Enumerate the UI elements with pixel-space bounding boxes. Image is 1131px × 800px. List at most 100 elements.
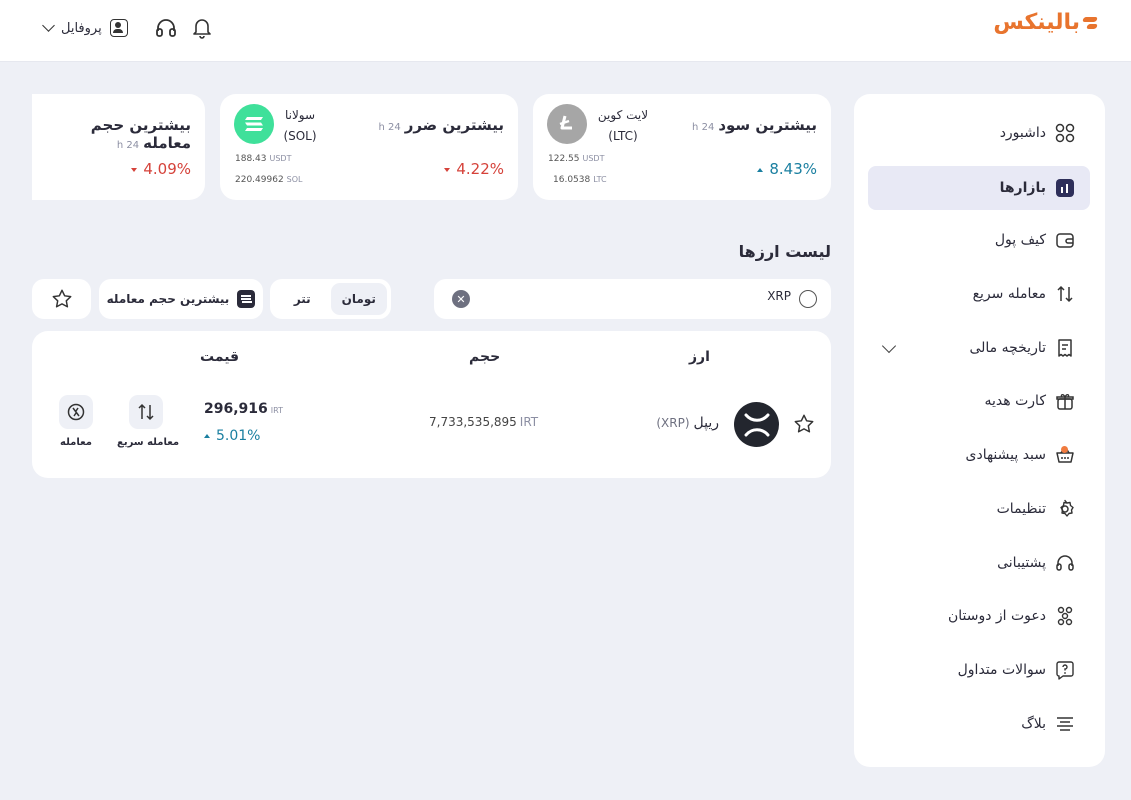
sidebar-item-wallet[interactable]: کیف پول [868, 218, 1090, 262]
notifications-button[interactable] [190, 16, 214, 40]
currency-toggle: تتر تومان [270, 279, 391, 319]
amount-unit: LTC [593, 175, 607, 184]
period-label: 24 h [116, 140, 140, 151]
top-gain-card[interactable]: بیشترین سود24 h 8.43% لایت کوین (LTC) 12… [533, 94, 831, 200]
clear-search-button[interactable]: ✕ [452, 290, 470, 308]
profile-menu-button[interactable]: پروفایل [42, 19, 128, 37]
favorite-star-button[interactable] [793, 413, 815, 439]
sidebar-item-dashboard[interactable]: داشبورد [868, 111, 1090, 155]
notification-dot [1061, 446, 1068, 453]
quick-trade-button[interactable] [129, 395, 163, 429]
card-title: بیشترین حجم معامله [90, 116, 191, 152]
sidebar-item-quick-trade[interactable]: معامله سریع [868, 272, 1090, 316]
sidebar-item-label: تاریخچه مالی [969, 340, 1046, 356]
sidebar-item-markets[interactable]: بازارها [868, 166, 1090, 210]
top-volume-card[interactable]: بیشترین حجم معامله24 h 4.09% [32, 94, 205, 200]
amount-unit: SOL [286, 175, 303, 184]
swap-arrows-icon [138, 403, 154, 421]
coin-name-cell: (XRP) ریپل [656, 415, 719, 431]
solana-logo-icon [234, 104, 274, 144]
period-label: 24 h [692, 122, 715, 133]
sidebar-item-label: سوالات متداول [957, 662, 1046, 678]
sidebar-item-label: سبد پیشنهادی [965, 447, 1047, 463]
change-value: 8.43% [757, 160, 817, 178]
coin-name: سولانا [284, 108, 316, 122]
price-value: 296,916 [204, 401, 268, 417]
sidebar: داشبورد بازارها کیف پول معامله سریع تاری… [854, 94, 1105, 767]
sidebar-item-blog[interactable]: بلاگ [868, 702, 1090, 746]
coin-name: ریپل [693, 415, 719, 431]
column-header-asset[interactable]: ارز [689, 349, 710, 365]
favorites-filter-button[interactable] [32, 279, 91, 319]
sidebar-item-gift-card[interactable]: کارت هدیه [868, 379, 1090, 423]
change-value: 4.22% [444, 160, 504, 178]
sidebar-item-faq[interactable]: سوالات متداول [868, 648, 1090, 692]
usdt-amount: 122.55 USDT [548, 154, 604, 164]
chevron-down-icon[interactable] [881, 338, 897, 354]
coin-amount: 220.49962 SOL [235, 175, 303, 185]
currency-option-toman[interactable]: تومان [330, 283, 387, 315]
sidebar-item-financial-history[interactable]: تاریخچه مالی [868, 326, 1090, 370]
currency-option-usdt[interactable]: تتر [274, 283, 331, 315]
coin-amount: 16.0538 LTC [553, 175, 607, 185]
coin-symbol: (LTC) [608, 129, 638, 143]
sidebar-item-suggested-basket[interactable]: سبد پیشنهادی [868, 433, 1090, 477]
sidebar-item-label: بازارها [999, 180, 1046, 196]
amount-unit: USDT [582, 154, 605, 163]
card-title-row: بیشترین حجم معامله24 h [32, 116, 191, 152]
coin-name-block: سولانا (SOL) [276, 105, 324, 147]
headset-icon [155, 19, 176, 37]
sidebar-item-invite-friends[interactable]: دعوت از دوستان [868, 594, 1090, 638]
users-icon [1054, 605, 1076, 627]
amount-value: 220.49962 [235, 175, 284, 185]
sidebar-item-label: بلاگ [1021, 716, 1046, 732]
period-label: 24 h [378, 122, 401, 133]
column-header-volume[interactable]: حجم [469, 349, 500, 365]
bell-icon [192, 19, 211, 39]
arrow-up-icon [204, 434, 210, 438]
sidebar-item-label: معامله سریع [972, 286, 1046, 302]
star-icon [52, 289, 71, 308]
sidebar-item-label: تنظیمات [996, 501, 1046, 517]
sidebar-item-label: کارت هدیه [984, 393, 1046, 409]
litecoin-logo-icon [547, 104, 587, 144]
change-value: 5.01% [216, 428, 261, 444]
coin-name-block: لایت کوین (LTC) [593, 105, 653, 147]
support-button[interactable] [154, 16, 178, 40]
amount-value: 188.43 [235, 154, 267, 164]
top-loss-card[interactable]: بیشترین ضرر24 h 4.22% سولانا (SOL) 188.4… [220, 94, 518, 200]
xrp-logo-icon [734, 402, 779, 447]
search-input[interactable] [531, 289, 791, 303]
sidebar-item-settings[interactable]: تنظیمات [868, 487, 1090, 531]
coin-table: ارز حجم قیمت (XRP) ریپل 7,733,535,895 IRT … [32, 331, 831, 478]
change-text: 4.09% [143, 160, 191, 178]
volume-cell: 7,733,535,895 IRT [429, 415, 538, 429]
sidebar-item-label: دعوت از دوستان [947, 608, 1046, 624]
column-header-price[interactable]: قیمت [200, 349, 239, 365]
card-title: بیشترین ضرر [404, 116, 504, 134]
change-text: 4.22% [456, 160, 504, 178]
sort-button[interactable]: بیشترین حجم معامله [99, 279, 263, 319]
amount-unit: USDT [269, 154, 292, 163]
header-actions: پروفایل [42, 16, 214, 40]
search-icon [799, 290, 817, 308]
card-title-row: بیشترین سود24 h [692, 116, 817, 134]
top-header: بالینکس پروفایل [0, 0, 1131, 62]
coin-name: لایت کوین [597, 108, 649, 122]
gear-icon [1054, 498, 1076, 520]
price-unit: IRT [270, 406, 283, 415]
lines-icon [1054, 713, 1076, 735]
sidebar-item-label: کیف پول [994, 232, 1046, 248]
sidebar-item-support[interactable]: پشتیبانی [868, 541, 1090, 585]
sidebar-item-label: پشتیبانی [997, 555, 1046, 571]
change-cell: 5.01% [204, 428, 260, 444]
quick-trade-label: معامله سریع [117, 437, 180, 448]
card-title-row: بیشترین ضرر24 h [378, 116, 504, 134]
coin-symbol: (XRP) [656, 416, 690, 430]
trade-button[interactable] [59, 395, 93, 429]
change-text: 8.43% [769, 160, 817, 178]
brand-logo[interactable]: بالینکس [993, 10, 1097, 35]
swap-arrows-icon [1054, 283, 1076, 305]
basket-icon [1054, 444, 1076, 466]
amount-value: 16.0538 [553, 175, 591, 185]
